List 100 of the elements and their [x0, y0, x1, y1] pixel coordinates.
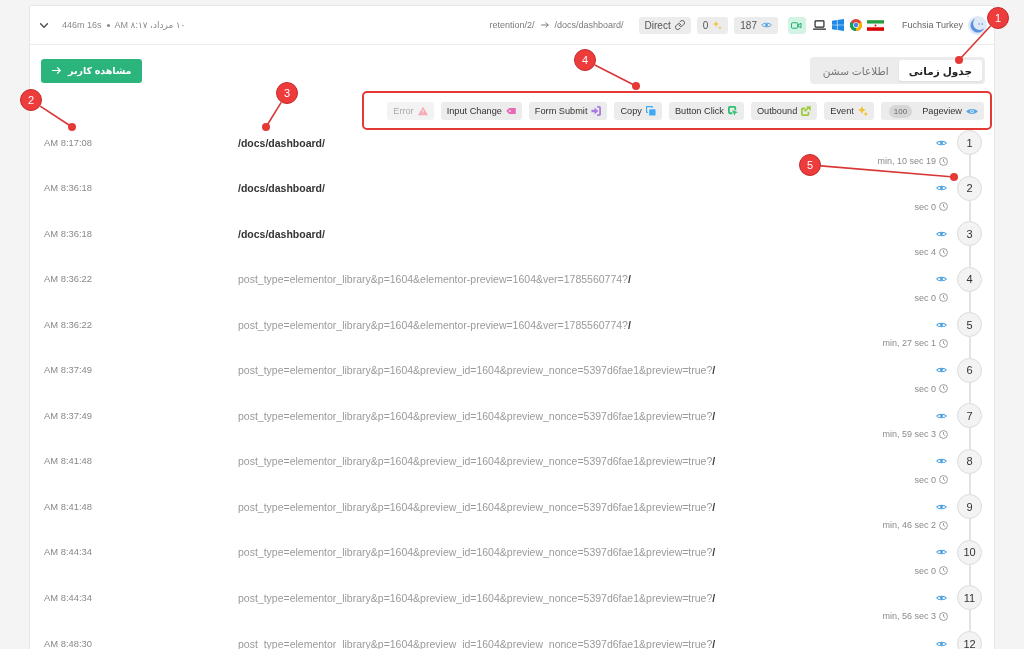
annotation-badge: 2 — [20, 89, 42, 111]
step-number: 5 — [957, 312, 982, 338]
event-count: 100 — [888, 104, 913, 118]
page-url: post_type=elementor_library&p=1604&elementor-preview=1604&ver=1785560774?/ — [238, 318, 631, 331]
step-number: 12 — [957, 631, 982, 649]
tab[interactable]: جدول زمانی — [898, 60, 982, 81]
stat-label: 0 — [702, 19, 709, 31]
clock-icon — [939, 338, 948, 348]
filter-chip[interactable]: Outbound — [750, 102, 818, 120]
clock-icon — [939, 247, 948, 257]
timestamp: AM 8:44:34 — [44, 546, 92, 559]
time-on-page: sec 0 — [914, 201, 936, 212]
timestamp: AM 8:36:22 — [44, 318, 92, 331]
step-number: 10 — [957, 539, 982, 565]
clock-icon — [939, 384, 948, 394]
timestamp: AM 8:36:18 — [44, 182, 92, 195]
page-url: /docs/dashboard/ — [238, 227, 325, 240]
eye-icon — [936, 230, 947, 237]
page-url: /docs/dashboard/ — [238, 136, 325, 149]
timestamp: AM 8:48:30 — [44, 637, 92, 649]
session-date: ۱۰ مرداد، ۸:۱۷ AM — [114, 20, 186, 30]
eye-icon — [936, 276, 947, 283]
arrow-right-icon — [540, 22, 549, 28]
landing-path: /docs/dashboard/ — [554, 20, 624, 30]
timestamp: AM 8:36:22 — [44, 273, 92, 286]
step-number: 7 — [957, 403, 982, 429]
eye-icon — [936, 139, 947, 146]
step-number: 8 — [957, 448, 982, 474]
leader-line — [262, 101, 283, 131]
step-number: 3 — [957, 221, 982, 247]
filter-chip[interactable]: 100 Pageview — [880, 102, 984, 120]
time-on-page: min, 59 sec 3 — [882, 429, 936, 440]
page-url: post_type=elementor_library&p=1604&preview_id=1604&preview_nonce=5397d6fae1&preview=true?/ — [238, 500, 716, 513]
clock-icon — [939, 429, 948, 439]
timestamp: AM 8:36:18 — [44, 227, 92, 240]
avatar-icon — [968, 15, 987, 35]
step-number: 9 — [957, 494, 982, 520]
step-number: 1 — [957, 130, 982, 155]
chevron-down-icon[interactable] — [40, 22, 48, 28]
timestamp: AM 8:41:48 — [44, 500, 92, 513]
entry-path: retention/2/ — [489, 20, 535, 30]
clock-icon — [939, 566, 948, 576]
page-url: post_type=elementor_library&p=1604&preview_id=1604&preview_nonce=5397d6fae1&preview=true?/ — [238, 546, 716, 559]
user-name: Fuchsia Turkey — [901, 20, 963, 30]
annotation-badge: 1 — [987, 7, 1009, 29]
link-icon — [674, 20, 685, 30]
time-on-page: sec 0 — [914, 383, 936, 394]
time-on-page: min, 46 sec 2 — [882, 520, 936, 531]
eye-icon — [936, 503, 947, 510]
page-url: post_type=elementor_library&p=1604&elementor-preview=1604&ver=1785560774?/ — [238, 273, 631, 286]
step-number: 11 — [957, 585, 982, 611]
arrow-right-icon — [52, 67, 61, 74]
time-on-page: sec 0 — [914, 474, 936, 485]
sparkle-icon — [712, 20, 723, 30]
eye-icon — [936, 185, 947, 192]
page-url: post_type=elementor_library&p=1604&preview_id=1604&preview_nonce=5397d6fae1&preview=true?/ — [238, 364, 716, 377]
step-number: 4 — [957, 266, 982, 292]
filter-chip[interactable]: Input Change — [440, 102, 522, 120]
eye-icon — [936, 640, 947, 647]
step-number: 2 — [957, 175, 982, 201]
tab[interactable]: اطلاعات سشن — [812, 60, 899, 81]
eye-icon — [936, 367, 947, 374]
time-on-page: min, 10 sec 19 — [877, 156, 936, 166]
laptop-icon — [812, 20, 826, 30]
tricolor-circle-icon — [849, 19, 862, 31]
step-number: 6 — [957, 357, 982, 383]
eye-icon — [936, 458, 947, 465]
page-url: /docs/dashboard/ — [238, 182, 325, 195]
eye-icon — [760, 22, 772, 28]
filter-chip[interactable]: Form Submit — [528, 102, 608, 120]
eye-icon — [936, 549, 947, 556]
clock-icon — [939, 611, 948, 621]
eye-icon — [936, 594, 947, 601]
leader-line — [39, 105, 76, 131]
clock-icon — [939, 156, 948, 166]
filter-chip[interactable]: Event — [824, 102, 874, 120]
timestamp: AM 8:44:34 — [44, 591, 92, 604]
time-on-page: sec 4 — [914, 247, 936, 258]
clock-icon — [939, 475, 948, 485]
filter-chip[interactable]: Copy — [614, 102, 662, 120]
eye-icon — [936, 412, 947, 419]
page-url: post_type=elementor_library&p=1604&preview_id=1604&preview_nonce=5397d6fae1&preview=true?/ — [238, 455, 716, 468]
timestamp: AM 8:41:48 — [44, 455, 92, 468]
filter-chip[interactable]: Button Click — [668, 102, 744, 120]
timestamp: AM 8:37:49 — [44, 409, 92, 422]
flag-icon — [866, 19, 884, 31]
clock-icon — [939, 202, 948, 212]
clock-icon — [939, 293, 948, 303]
timestamp: AM 8:37:49 — [44, 364, 92, 377]
time-on-page: min, 27 sec 1 — [882, 338, 936, 349]
four-panes-icon — [831, 19, 844, 31]
time-on-page: min, 56 sec 3 — [882, 611, 936, 622]
time-on-page: sec 0 — [914, 565, 936, 576]
time-on-page: sec 0 — [914, 292, 936, 303]
bullet-icon — [106, 23, 110, 27]
page-url: post_type=elementor_library&p=1604&preview_id=1604&preview_nonce=5397d6fae1&preview=true?/ — [238, 409, 716, 422]
stat-label: 187 — [740, 19, 757, 31]
eye-icon — [936, 321, 947, 328]
stat-label: Direct — [644, 19, 671, 31]
clock-icon — [939, 520, 948, 530]
